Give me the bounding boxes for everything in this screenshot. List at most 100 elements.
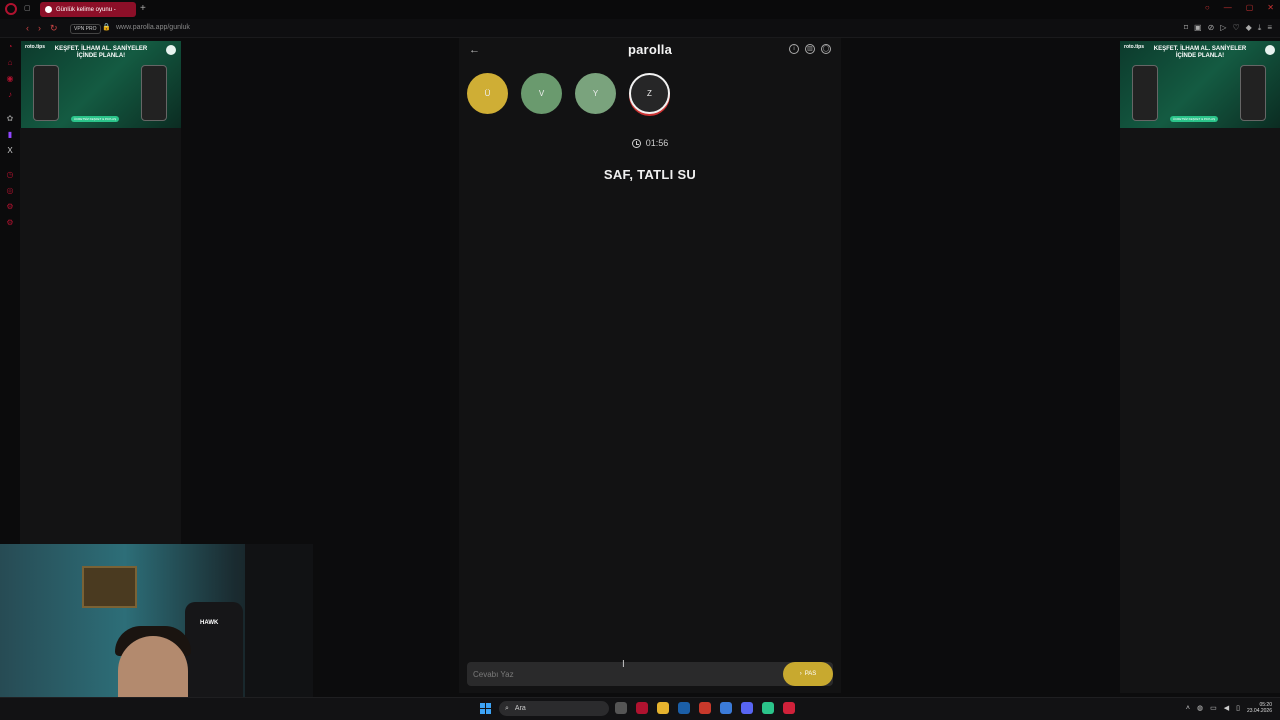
minimize-icon[interactable]: — <box>1224 3 1232 12</box>
taskbar: ⌕ Ara ˄ ◍ ▭ ◀ ▯ 05:20 23.04.2026 <box>0 697 1280 720</box>
webcam-background <box>245 544 313 720</box>
taskbar-apps <box>615 702 795 714</box>
bookmark-icon[interactable]: ⌑ <box>1184 23 1188 33</box>
tab-active[interactable]: Günlük kelime oyunu - <box>40 2 136 17</box>
question-text: SAF, TATLI SU <box>603 167 697 182</box>
extension-icon[interactable]: ◆ <box>1246 23 1252 33</box>
ad-phone-image <box>1240 65 1266 121</box>
tab-menu-icon[interactable]: ▢ <box>24 4 31 12</box>
search-placeholder: Ara <box>514 705 526 712</box>
windows-start-icon[interactable] <box>480 703 491 714</box>
system-tray: ˄ ◍ ▭ ◀ ▯ 05:20 23.04.2026 <box>1186 702 1272 714</box>
sidebar-music-icon[interactable]: ♪ <box>5 90 15 100</box>
webcam-overlay: HAWK <box>0 544 313 720</box>
network-icon[interactable]: ▭ <box>1210 704 1217 712</box>
back-icon[interactable]: ‹ <box>26 23 29 34</box>
player-icon[interactable]: ▷ <box>1220 23 1226 33</box>
heart-icon[interactable]: ♡ <box>1232 23 1239 33</box>
sidebar-chatgpt-icon[interactable]: ✿ <box>5 114 15 124</box>
browser-tabbar: ▢ Günlük kelime oyunu - + ○ — ▢ ✕ <box>0 0 1280 19</box>
letter-circle: V <box>521 73 562 114</box>
snapshot-icon[interactable]: ▣ <box>1194 23 1202 33</box>
taskbar-search[interactable]: ⌕ Ara <box>499 701 609 716</box>
letter-circle-active: Z <box>629 73 670 114</box>
red-app-icon[interactable] <box>783 702 795 714</box>
ad-banner-left[interactable]: roto.tips KEŞFET. İLHAM AL. SANİYELER İÇ… <box>21 41 181 128</box>
timer: 01:56 <box>459 138 841 148</box>
adblock-icon[interactable]: ⊘ <box>1208 23 1215 33</box>
ad-phone-image <box>1132 65 1158 121</box>
pass-button[interactable]: › PAS <box>783 662 833 686</box>
sidebar-history-icon[interactable]: ◷ <box>5 170 15 180</box>
ad-headline: KEŞFET. İLHAM AL. SANİYELER İÇİNDE PLANL… <box>54 46 148 59</box>
parolla-app: ← parolla i ▥ ◯ Ü V Y Z 01:56 SAF, TATLI… <box>459 38 841 693</box>
letter-circle: Ü <box>467 73 508 114</box>
ad-headline: KEŞFET. İLHAM AL. SANİYELER İÇİNDE PLANL… <box>1153 46 1247 59</box>
letter-circle: Y <box>575 73 616 114</box>
discord-icon[interactable] <box>741 702 753 714</box>
menu-icon[interactable]: ≡ <box>1267 23 1272 33</box>
sidebar-x-icon[interactable]: X <box>5 146 15 156</box>
microphone-icon[interactable]: ◍ <box>1197 704 1203 712</box>
browser-app-icon[interactable] <box>720 702 732 714</box>
text-cursor-icon: I <box>622 659 625 670</box>
search-tabs-icon[interactable]: ○ <box>1205 3 1210 12</box>
battery-icon[interactable]: ▯ <box>1236 704 1240 712</box>
steam-icon[interactable] <box>678 702 690 714</box>
download-icon[interactable]: ⤓ <box>1258 23 1262 33</box>
sidebar-settings-icon[interactable]: ⚙ <box>5 202 15 212</box>
forward-icon[interactable]: › <box>38 23 41 34</box>
right-panel <box>1120 128 1280 693</box>
file-explorer-icon[interactable] <box>657 702 669 714</box>
ad-brand: roto.tips <box>25 44 45 50</box>
opera-logo-icon[interactable] <box>5 3 17 15</box>
tab-title: Günlük kelime oyunu - <box>56 6 116 13</box>
opera-task-icon[interactable] <box>636 702 648 714</box>
app-logo[interactable]: parolla <box>459 42 841 57</box>
search-icon: ⌕ <box>505 704 509 712</box>
ad-cta-button[interactable]: ÜCRETSİZ KEŞFET & PAYLAŞ <box>71 116 119 122</box>
ad-banner-right[interactable]: roto.tips KEŞFET. İLHAM AL. SANİYELER İÇ… <box>1120 41 1280 128</box>
clock-icon <box>631 138 641 148</box>
url-field[interactable]: www.parolla.app/gunluk <box>116 24 190 31</box>
ad-phone-image <box>141 65 167 121</box>
taskbar-clock[interactable]: 05:20 23.04.2026 <box>1247 702 1272 714</box>
profile-icon[interactable]: ◯ <box>821 44 831 54</box>
sidebar-aria-icon[interactable]: ◔ <box>5 42 15 52</box>
sidebar-more-icon[interactable]: ⚙ <box>5 218 15 228</box>
window-controls: ○ — ▢ ✕ <box>1205 3 1274 12</box>
ad-brand: roto.tips <box>1124 44 1144 50</box>
reload-icon[interactable]: ↻ <box>50 23 58 34</box>
close-icon[interactable]: ✕ <box>1267 3 1274 12</box>
tab-favicon-icon <box>45 6 52 13</box>
pass-label: PAS <box>804 671 817 677</box>
lock-icon[interactable]: 🔒 <box>102 23 111 31</box>
letter-circles: Ü V Y Z <box>467 73 670 114</box>
sidebar-messenger-icon[interactable]: ◉ <box>5 74 15 84</box>
new-tab-button[interactable]: + <box>140 3 146 14</box>
nav-buttons: ‹ › ↻ <box>26 23 58 34</box>
header-icons: i ▥ ◯ <box>789 44 831 54</box>
stats-icon[interactable]: ▥ <box>805 44 815 54</box>
chair-logo: HAWK <box>200 620 219 626</box>
tab-tools: ▢ <box>24 4 31 12</box>
maximize-icon[interactable]: ▢ <box>1246 3 1254 12</box>
volume-icon[interactable]: ◀ <box>1224 704 1229 712</box>
sidebar-shop-icon[interactable]: ⌂ <box>5 58 15 68</box>
ad-phone-image <box>33 65 59 121</box>
answer-bar: › PAS <box>467 662 833 686</box>
sidebar-twitch-icon[interactable]: ▮ <box>5 130 15 140</box>
calendar-icon[interactable] <box>699 702 711 714</box>
clock-date: 23.04.2026 <box>1246 708 1272 714</box>
info-icon[interactable]: i <box>789 44 799 54</box>
ad-info-icon[interactable] <box>1265 45 1275 55</box>
ad-cta-button[interactable]: ÜCRETSİZ KEŞFET & PAYLAŞ <box>1170 116 1218 122</box>
task-view-icon[interactable] <box>615 702 627 714</box>
toolbar-right: ⌑ ▣ ⊘ ▷ ♡ ◆ ⤓ ≡ <box>1184 23 1272 33</box>
vpn-badge[interactable]: VPN PRO <box>70 24 101 34</box>
ad-info-icon[interactable] <box>166 45 176 55</box>
address-bar: ‹ › ↻ VPN PRO 🔒 www.parolla.app/gunluk ⌑… <box>0 19 1280 38</box>
tray-expand-icon[interactable]: ˄ <box>1186 705 1190 712</box>
sidebar-downloads-icon[interactable]: ◎ <box>5 186 15 196</box>
green-app-icon[interactable] <box>762 702 774 714</box>
